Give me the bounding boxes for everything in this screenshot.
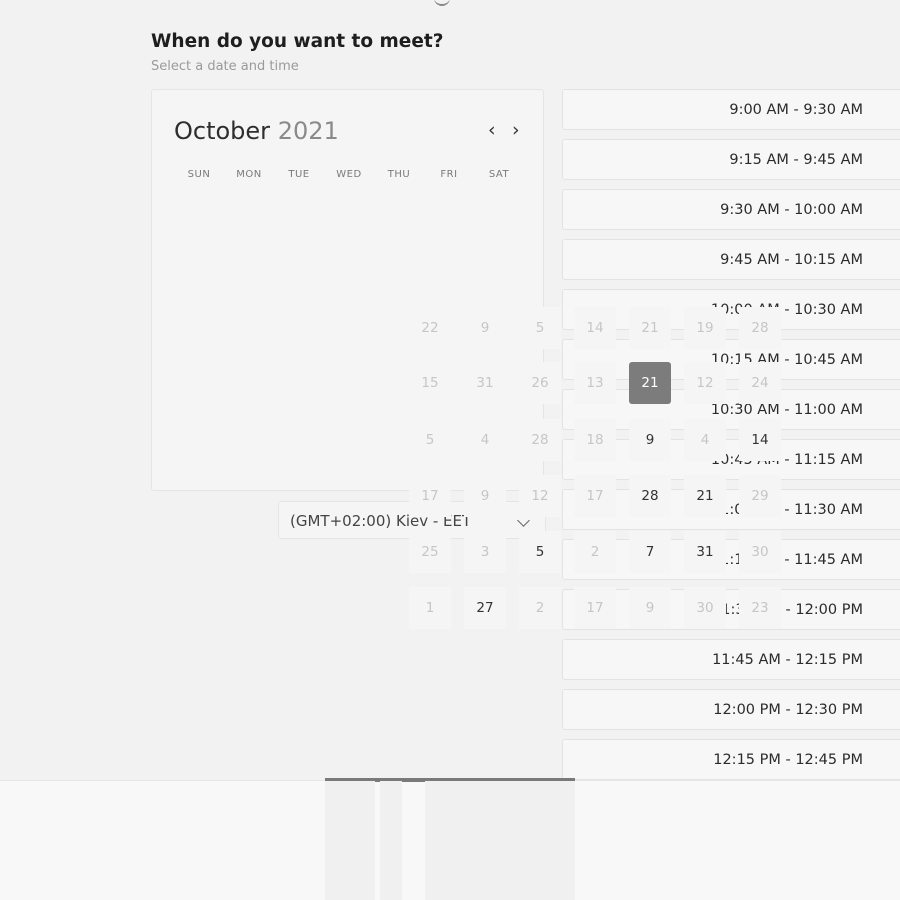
calendar-day: 30 bbox=[739, 531, 781, 573]
calendar-day: 14 bbox=[574, 307, 616, 349]
calendar-day[interactable]: 27 bbox=[464, 587, 506, 629]
time-slot-label: 12:15 PM - 12:45 PM bbox=[713, 752, 863, 768]
calendar-day: 12 bbox=[519, 475, 561, 517]
calendar-day: 22 bbox=[409, 307, 451, 349]
calendar-day: 17 bbox=[574, 475, 616, 517]
time-slot-label: 9:45 AM - 10:15 AM bbox=[720, 252, 863, 268]
bottom-panel bbox=[0, 778, 900, 900]
calendar-day: 17 bbox=[574, 587, 616, 629]
time-slot-button[interactable]: 9:45 AM - 10:15 AM bbox=[562, 239, 900, 280]
calendar-day[interactable]: 14 bbox=[739, 419, 781, 461]
calendar-day[interactable]: 21 bbox=[684, 475, 726, 517]
time-slot-label: 11:45 AM - 12:15 PM bbox=[712, 652, 863, 668]
calendar-day[interactable]: 28 bbox=[629, 475, 671, 517]
top-partial-icon bbox=[434, 0, 450, 6]
time-slot-label: 9:15 AM - 9:45 AM bbox=[729, 152, 863, 168]
chevron-right-icon[interactable]: › bbox=[512, 120, 520, 140]
calendar-day: 3 bbox=[464, 531, 506, 573]
time-slot-button[interactable]: 12:00 PM - 12:30 PM bbox=[562, 689, 900, 730]
weekday-header: SUN MON TUE WED THU FRI SAT bbox=[174, 169, 524, 180]
calendar-day: 25 bbox=[409, 531, 451, 573]
calendar-day: 29 bbox=[739, 475, 781, 517]
weekday-label: WED bbox=[336, 169, 362, 180]
weekday-label: SAT bbox=[488, 169, 510, 180]
background-block bbox=[380, 781, 402, 900]
time-slot-label: 11:15 AM - 11:45 AM bbox=[710, 552, 863, 568]
calendar-day: 4 bbox=[684, 419, 726, 461]
time-slot-label: 12:00 PM - 12:30 PM bbox=[713, 702, 863, 718]
time-slot-label: 9:30 AM - 10:00 AM bbox=[720, 202, 863, 218]
calendar-day: 4 bbox=[464, 419, 506, 461]
time-slot-button[interactable]: 9:00 AM - 9:30 AM bbox=[562, 89, 900, 130]
time-slot-label: 9:00 AM - 9:30 AM bbox=[729, 102, 863, 118]
page-subtitle: Select a date and time bbox=[151, 59, 299, 74]
calendar-day: 24 bbox=[739, 362, 781, 404]
time-slot-button[interactable]: 9:15 AM - 9:45 AM bbox=[562, 139, 900, 180]
calendar-day[interactable]: 5 bbox=[519, 531, 561, 573]
background-block bbox=[325, 781, 375, 900]
calendar-day: 5 bbox=[519, 307, 561, 349]
weekday-label: TUE bbox=[288, 169, 310, 180]
weekday-label: MON bbox=[236, 169, 262, 180]
calendar-day: 5 bbox=[409, 419, 451, 461]
weekday-label: THU bbox=[387, 169, 411, 180]
weekday-label: SUN bbox=[187, 169, 211, 180]
calendar-day: 26 bbox=[519, 362, 561, 404]
time-slot-button[interactable]: 11:45 AM - 12:15 PM bbox=[562, 639, 900, 680]
year-label: 2021 bbox=[277, 117, 339, 145]
calendar-day: 2 bbox=[574, 531, 616, 573]
calendar-day[interactable]: 7 bbox=[629, 531, 671, 573]
time-slot-button[interactable]: 9:30 AM - 10:00 AM bbox=[562, 189, 900, 230]
calendar-day-selected[interactable]: 21 bbox=[629, 362, 671, 404]
calendar-day: 21 bbox=[629, 307, 671, 349]
calendar-day: 9 bbox=[629, 587, 671, 629]
calendar-day[interactable]: 31 bbox=[684, 531, 726, 573]
weekday-label: FRI bbox=[440, 169, 458, 180]
month-label: October bbox=[174, 117, 271, 145]
calendar-day: 30 bbox=[684, 587, 726, 629]
chevron-left-icon[interactable]: ‹ bbox=[488, 120, 496, 140]
scheduler-page: When do you want to meet? Select a date … bbox=[0, 0, 900, 900]
background-block bbox=[425, 781, 575, 900]
calendar-day: 18 bbox=[574, 419, 616, 461]
calendar-day: 28 bbox=[519, 419, 561, 461]
calendar-day: 17 bbox=[409, 475, 451, 517]
calendar-day: 1 bbox=[409, 587, 451, 629]
time-slot-label: 11:30 AM - 12:00 PM bbox=[712, 602, 863, 618]
time-slot-label: 10:45 AM - 11:15 AM bbox=[710, 452, 863, 468]
calendar-day: 19 bbox=[684, 307, 726, 349]
calendar-day: 9 bbox=[464, 307, 506, 349]
page-title: When do you want to meet? bbox=[151, 31, 444, 52]
time-slot-label: 11:00 AM - 11:30 AM bbox=[710, 502, 863, 518]
calendar-day: 15 bbox=[409, 362, 451, 404]
calendar-day: 13 bbox=[574, 362, 616, 404]
calendar-day: 12 bbox=[684, 362, 726, 404]
calendar-day: 9 bbox=[464, 475, 506, 517]
time-slot-label: 10:00 AM - 10:30 AM bbox=[710, 302, 863, 318]
time-slot-label: 10:15 AM - 10:45 AM bbox=[710, 352, 863, 368]
calendar-day: 2 bbox=[519, 587, 561, 629]
calendar-day: 28 bbox=[739, 307, 781, 349]
calendar-day: 23 bbox=[739, 587, 781, 629]
time-slot-label: 10:30 AM - 11:00 AM bbox=[710, 402, 863, 418]
time-slot-button[interactable]: 12:15 PM - 12:45 PM bbox=[562, 739, 900, 780]
calendar-day: 31 bbox=[464, 362, 506, 404]
calendar-day[interactable]: 9 bbox=[629, 419, 671, 461]
month-year-label: October 2021 bbox=[174, 117, 339, 145]
